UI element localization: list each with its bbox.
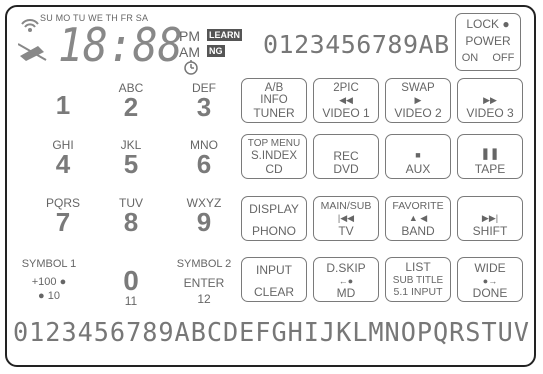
key-1[interactable]: 1 [36, 79, 90, 118]
key-4[interactable]: GHI 4 [36, 138, 90, 177]
next-track-icon: ▶▶| [481, 213, 499, 223]
timer-icon [184, 60, 198, 75]
enter-label: ENTER [183, 276, 225, 290]
key-7[interactable]: PQRS 7 [36, 196, 90, 235]
pm-indicator: PM [179, 28, 200, 44]
dot-icon: ● [38, 290, 45, 302]
key-9[interactable]: WXYZ 9 [177, 196, 231, 235]
previous-track-icon: |◀◀ [337, 213, 355, 223]
eleven-label: 11 [124, 294, 138, 308]
key-symbol1[interactable]: SYMBOL 1 +100 ● ● 10 [14, 258, 84, 302]
lock-dot-icon: ● [502, 17, 510, 31]
ng-badge: NG [207, 45, 225, 57]
key-0[interactable]: 0 11 [104, 265, 158, 309]
on-label: ON [461, 52, 479, 64]
key-8[interactable]: TUV 8 [104, 196, 158, 235]
symbol1-label: SYMBOL 1 [21, 258, 77, 270]
aux-button[interactable]: ■ AUX [385, 134, 451, 179]
eject-rewind-icon: ▲ ◀ [408, 213, 428, 223]
pause-icon: ❚❚ [480, 148, 500, 160]
key-3[interactable]: DEF 3 [177, 81, 231, 120]
ab-info-tuner-button[interactable]: A/B INFO TUNER [241, 78, 307, 123]
battery-icon [18, 43, 47, 61]
stop-icon: ■ [415, 150, 421, 160]
zero-label: 0 [123, 265, 139, 296]
shift-button[interactable]: ▶▶| SHIFT [457, 196, 523, 241]
symbol2-label: SYMBOL 2 [176, 258, 232, 270]
list-subtitle-51input-button[interactable]: LIST SUB TITLE 5.1 INPUT [385, 257, 451, 302]
hex-segment-row: 0123456789AB [263, 30, 450, 59]
power-label: POWER [465, 34, 511, 48]
key-6[interactable]: MNO 6 [177, 138, 231, 177]
topmenu-sindex-cd-button[interactable]: TOP MENU S.INDEX CD [241, 134, 307, 179]
input-clear-button[interactable]: INPUT CLEAR [241, 257, 307, 302]
display-phono-button[interactable]: DISPLAY PHONO [241, 196, 307, 241]
clock-display: 18:88 [58, 18, 183, 72]
play-icon: ▶ [414, 95, 422, 105]
mainsub-tv-button[interactable]: MAIN/SUB |◀◀ TV [313, 196, 379, 241]
plus100-label: +100 [31, 276, 57, 288]
dskip-md-button[interactable]: D.SKIP ←● MD [313, 257, 379, 302]
lock-power-box: LOCK ● POWER ON OFF [455, 13, 521, 71]
favorite-band-button[interactable]: FAVORITE ▲ ◀ BAND [385, 196, 451, 241]
rewind-icon: ◀◀ [339, 95, 353, 105]
key-2[interactable]: ABC 2 [104, 81, 158, 120]
video3-button[interactable]: ▶▶ VIDEO 3 [457, 78, 523, 123]
fast-forward-icon: ▶▶ [483, 95, 497, 105]
ten-label: 10 [47, 290, 60, 302]
lock-label: LOCK [466, 17, 500, 31]
tape-button[interactable]: ❚❚ TAPE [457, 134, 523, 179]
wifi-icon [21, 19, 39, 32]
key-symbol2[interactable]: SYMBOL 2 ENTER 12 [168, 258, 240, 306]
2pic-video1-button[interactable]: 2PIC ◀◀ VIDEO 1 [313, 78, 379, 123]
swap-video2-button[interactable]: SWAP ▶ VIDEO 2 [385, 78, 451, 123]
learn-badge: LEARN [207, 29, 242, 41]
key-5[interactable]: JKL 5 [104, 138, 158, 177]
dot-icon: ● [59, 276, 67, 288]
rec-dvd-button[interactable]: REC DVD [313, 134, 379, 179]
wide-done-button[interactable]: WIDE ●→ DONE [457, 257, 523, 302]
alphanumeric-segment-row: 0123456789ABCDEFGHIJKLMNOPQRSTUV [13, 318, 530, 348]
twelve-label: 12 [197, 292, 211, 306]
off-label: OFF [492, 52, 515, 64]
